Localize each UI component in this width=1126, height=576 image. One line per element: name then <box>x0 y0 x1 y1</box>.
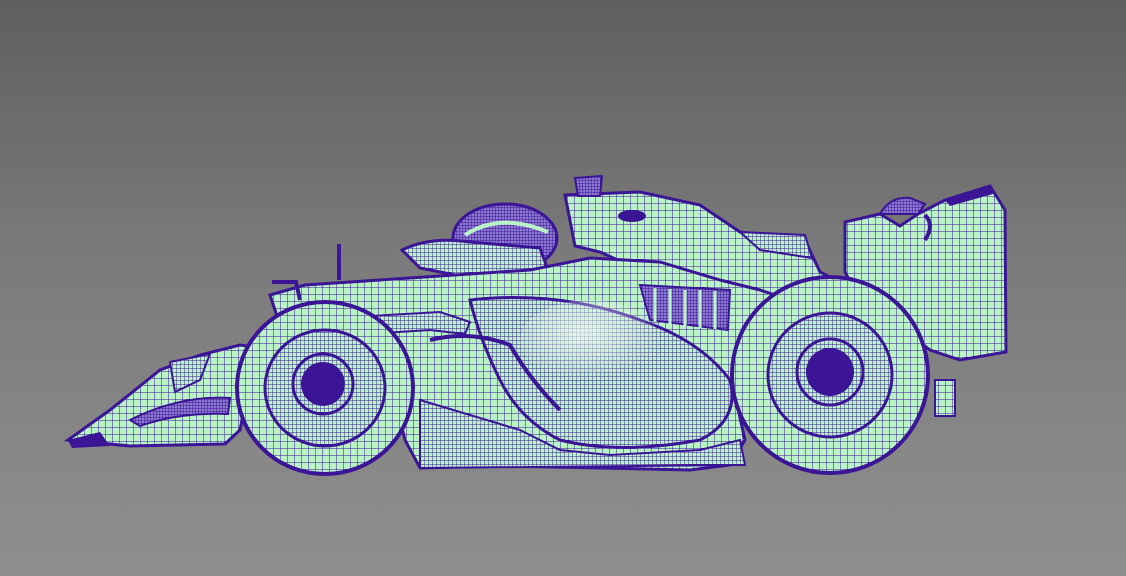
car-wireframe-model[interactable] <box>0 0 1126 576</box>
driver-helmet <box>399 202 559 280</box>
front-wing <box>63 343 265 448</box>
front-wheel <box>235 300 415 476</box>
3d-viewport[interactable] <box>0 0 1126 576</box>
rear-wheel <box>730 275 930 475</box>
